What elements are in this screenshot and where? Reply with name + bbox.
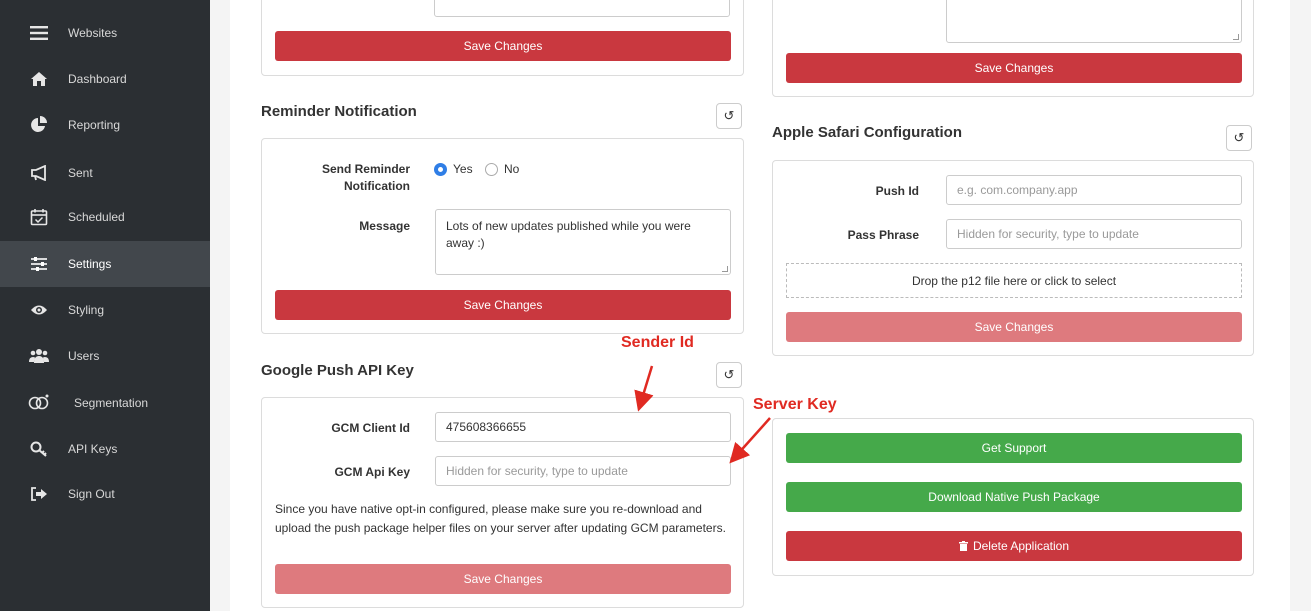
sidebar-item-sent[interactable]: Sent	[0, 150, 210, 196]
google-card: GCM Client Id 475608366655 GCM Api Key H…	[261, 397, 744, 608]
sidebar-item-label: Settings	[68, 257, 112, 271]
radio-no[interactable]	[485, 163, 498, 176]
sidebar-item-label: Websites	[68, 26, 118, 40]
undo-icon: ↺	[1233, 130, 1245, 145]
reminder-card: Send Reminder Notification Yes No Messag…	[261, 138, 744, 334]
gcm-client-id-input[interactable]: 475608366655	[435, 412, 731, 442]
pie-chart-icon	[28, 114, 50, 136]
sidebar-item-api-keys[interactable]: API Keys	[0, 426, 210, 472]
safari-card: Push Id e.g. com.company.app Pass Phrase…	[772, 160, 1254, 356]
undo-icon: ↺	[723, 367, 735, 382]
sidebar-item-label: Segmentation	[74, 396, 149, 410]
sidebar-item-label: Reporting	[68, 118, 121, 132]
save-button[interactable]: Save Changes	[275, 290, 731, 320]
message-value: Lots of new updates published while you …	[446, 219, 691, 250]
radio-no-label: No	[504, 162, 520, 176]
sidebar-item-label: Styling	[68, 303, 105, 317]
sidebar-item-segmentation[interactable]: Segmentation	[0, 380, 210, 426]
delete-application-label: Delete Application	[972, 539, 1070, 553]
reset-button[interactable]: ↺	[1226, 125, 1252, 151]
sidebar-item-settings[interactable]: Settings	[0, 241, 210, 287]
reset-button[interactable]: ↺	[716, 103, 742, 129]
save-button[interactable]: Save Changes	[275, 564, 731, 594]
hamburger-icon	[28, 22, 50, 44]
radio-yes[interactable]	[434, 163, 447, 176]
sidebar-item-scheduled[interactable]: Scheduled	[0, 194, 210, 240]
sidebar-item-label: Sign Out	[68, 487, 115, 501]
home-icon	[28, 68, 50, 90]
section-title-safari: Apple Safari Configuration	[772, 124, 963, 141]
save-button[interactable]: Save Changes	[786, 312, 1242, 342]
sidebar-item-sign-out[interactable]: Sign Out	[0, 471, 210, 517]
venn-icon	[28, 392, 50, 414]
gcm-client-id-label: GCM Client Id	[331, 421, 410, 435]
sidebar-item-label: Scheduled	[68, 210, 125, 224]
gcm-api-key-input[interactable]: Hidden for security, type to update	[435, 456, 731, 486]
gcm-note: Since you have native opt-in configured,…	[275, 502, 726, 535]
top-left-input[interactable]	[434, 0, 730, 17]
sign-out-icon	[28, 483, 50, 505]
send-reminder-label-line1: Send Reminder	[321, 162, 410, 176]
top-right-card: Save Changes	[772, 0, 1254, 97]
section-title-google: Google Push API Key	[261, 362, 414, 379]
sidebar-item-label: API Keys	[68, 442, 118, 456]
pass-phrase-input[interactable]: Hidden for security, type to update	[946, 219, 1242, 249]
message-label: Message	[359, 219, 410, 233]
sidebar-item-dashboard[interactable]: Dashboard	[0, 56, 210, 102]
top-right-textarea[interactable]	[946, 0, 1242, 43]
sidebar: Websites Dashboard Reporting Sent Schedu…	[0, 0, 210, 611]
save-button[interactable]: Save Changes	[275, 31, 731, 61]
download-push-package-button[interactable]: Download Native Push Package	[786, 482, 1242, 512]
sidebar-item-reporting[interactable]: Reporting	[0, 102, 210, 148]
push-id-input[interactable]: e.g. com.company.app	[946, 175, 1242, 205]
megaphone-icon	[28, 162, 50, 184]
p12-dropzone[interactable]: Drop the p12 file here or click to selec…	[786, 263, 1242, 298]
sidebar-item-users[interactable]: Users	[0, 333, 210, 379]
reset-button[interactable]: ↺	[716, 362, 742, 388]
calendar-icon	[28, 206, 50, 228]
gcm-api-key-label: GCM Api Key	[334, 465, 410, 479]
get-support-button[interactable]: Get Support	[786, 433, 1242, 463]
undo-icon: ↺	[723, 108, 735, 123]
users-icon	[28, 345, 50, 367]
actions-card: Get Support Download Native Push Package…	[772, 418, 1254, 576]
sidebar-item-label: Users	[68, 349, 100, 363]
top-left-card: Save Changes	[261, 0, 744, 76]
key-icon	[28, 438, 50, 460]
sliders-icon	[28, 253, 50, 275]
pass-phrase-label: Pass Phrase	[847, 228, 919, 242]
annotation-sender-id: Sender Id	[621, 334, 694, 351]
sidebar-item-styling[interactable]: Styling	[0, 287, 210, 333]
sidebar-item-label: Sent	[68, 166, 93, 180]
delete-application-button[interactable]: Delete Application	[786, 531, 1242, 561]
send-reminder-label-line2: Notification	[344, 179, 410, 193]
sidebar-item-label: Dashboard	[68, 72, 127, 86]
message-textarea[interactable]: Lots of new updates published while you …	[435, 209, 731, 275]
send-reminder-label: Send Reminder Notification	[282, 161, 410, 195]
save-button[interactable]: Save Changes	[786, 53, 1242, 83]
trash-icon	[958, 541, 968, 551]
radio-yes-label: Yes	[453, 162, 473, 176]
eye-icon	[28, 299, 50, 321]
annotation-server-key: Server Key	[753, 396, 837, 413]
push-id-label: Push Id	[875, 184, 919, 198]
section-title-reminder: Reminder Notification	[261, 103, 417, 120]
sidebar-item-websites[interactable]: Websites	[0, 10, 210, 56]
